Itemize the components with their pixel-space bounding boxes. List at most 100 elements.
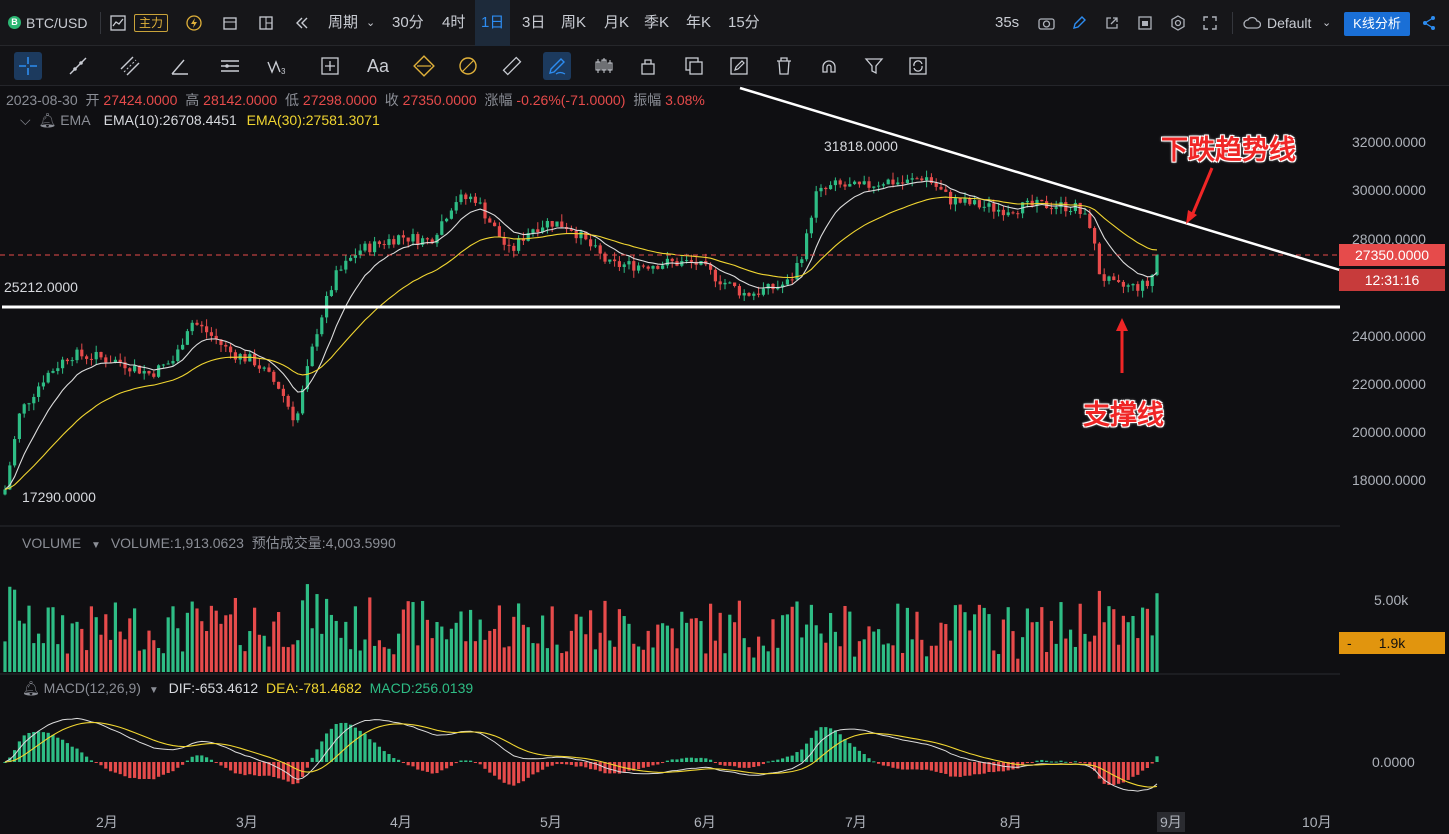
volume-bar bbox=[613, 646, 617, 672]
macd-bar bbox=[113, 762, 117, 773]
volume-bar bbox=[541, 615, 545, 672]
volume-bar bbox=[1016, 658, 1020, 672]
macd-bar bbox=[65, 743, 69, 762]
volume-bar bbox=[75, 621, 79, 672]
macd-bar bbox=[862, 754, 866, 762]
candle-body bbox=[747, 292, 751, 296]
volume-bar bbox=[891, 645, 895, 672]
macd-bar bbox=[1126, 762, 1130, 780]
layout-icon[interactable] bbox=[258, 0, 274, 46]
candles-icon[interactable] bbox=[590, 52, 618, 80]
candle-body bbox=[190, 322, 194, 332]
popout-icon[interactable] bbox=[1104, 0, 1120, 46]
macd-bar bbox=[848, 743, 852, 762]
symbol-selector[interactable]: BTC/USD bbox=[26, 0, 87, 46]
trash-icon[interactable] bbox=[770, 52, 798, 80]
macd-bar bbox=[1136, 762, 1140, 775]
share-icon[interactable] bbox=[1421, 0, 1437, 46]
chevron-down-icon[interactable]: ⌄ bbox=[1322, 0, 1331, 46]
volume-name[interactable]: VOLUME bbox=[22, 535, 81, 551]
camera-icon[interactable] bbox=[1038, 0, 1055, 46]
candle-body bbox=[627, 261, 631, 265]
price-chart[interactable] bbox=[0, 86, 1340, 808]
magnet-icon[interactable] bbox=[815, 52, 843, 80]
period-4h[interactable]: 4时 bbox=[442, 0, 465, 46]
macd-bar bbox=[137, 762, 141, 780]
macd-bar bbox=[94, 762, 98, 763]
period-month[interactable]: 月K bbox=[604, 0, 629, 46]
copy-icon[interactable] bbox=[680, 52, 708, 80]
period-year[interactable]: 年K bbox=[686, 0, 711, 46]
indicator-icon[interactable] bbox=[186, 0, 202, 46]
sync-icon[interactable] bbox=[904, 52, 932, 80]
volume-bar bbox=[977, 604, 981, 672]
period-quarter[interactable]: 季K bbox=[644, 0, 669, 46]
calendar-icon[interactable] bbox=[222, 0, 238, 46]
macd-name[interactable]: MACD(12,26,9) bbox=[44, 680, 141, 696]
edit-icon[interactable] bbox=[725, 52, 753, 80]
settings-icon[interactable] bbox=[1170, 0, 1186, 46]
kline-analysis-button[interactable]: K线分析 bbox=[1344, 12, 1410, 36]
pen-icon[interactable] bbox=[1071, 0, 1087, 46]
volume-bar bbox=[848, 611, 852, 672]
period-15min[interactable]: 15分 bbox=[728, 0, 760, 46]
macd-bar bbox=[243, 762, 247, 776]
trendline-icon[interactable] bbox=[64, 52, 92, 80]
period-dropdown[interactable]: 周期 bbox=[328, 0, 358, 46]
chevron-down-icon[interactable]: ▼ bbox=[91, 540, 101, 551]
chevron-down-icon[interactable]: ▼ bbox=[149, 685, 159, 696]
candle-body bbox=[881, 184, 885, 186]
volume-bar bbox=[37, 633, 41, 672]
macd-bar bbox=[651, 762, 655, 766]
volume-bar bbox=[670, 628, 674, 672]
volume-bar bbox=[517, 603, 521, 672]
replay-icon[interactable] bbox=[294, 0, 310, 46]
macd-bar bbox=[325, 733, 329, 762]
volume-bar bbox=[291, 644, 295, 672]
filter-icon[interactable] bbox=[860, 52, 888, 80]
volume-bar bbox=[113, 602, 117, 672]
fib-circle-icon[interactable] bbox=[454, 52, 482, 80]
brush-icon[interactable] bbox=[543, 52, 571, 80]
period-30min[interactable]: 30分 bbox=[392, 0, 424, 46]
lock-icon[interactable] bbox=[634, 52, 662, 80]
volume-bar bbox=[574, 614, 578, 672]
volume-legend: VOLUME ▼ VOLUME:1,913.0623 预估成交量:4,003.5… bbox=[22, 533, 396, 553]
template-icon[interactable] bbox=[1137, 0, 1153, 46]
candle-body bbox=[613, 259, 617, 262]
text-tool-icon[interactable]: Aa bbox=[364, 52, 392, 80]
theme-selector[interactable]: Default bbox=[1267, 0, 1311, 46]
period-week[interactable]: 周K bbox=[561, 0, 586, 46]
candle-body bbox=[425, 238, 429, 240]
volume-bar bbox=[147, 630, 151, 672]
candle-body bbox=[646, 266, 650, 269]
crosshair-icon[interactable] bbox=[14, 52, 42, 80]
wave-pattern-icon[interactable]: 3 bbox=[264, 52, 292, 80]
candle-body bbox=[1097, 243, 1101, 275]
period-3d[interactable]: 3日 bbox=[522, 0, 545, 46]
fullscreen-icon[interactable] bbox=[1202, 0, 1218, 46]
volume-bar bbox=[824, 642, 828, 672]
fib-icon[interactable] bbox=[410, 52, 438, 80]
horizontal-lines-icon[interactable] bbox=[216, 52, 244, 80]
period-1d[interactable]: 1日 bbox=[475, 0, 511, 46]
bell-icon[interactable]: 🔔︎ bbox=[22, 680, 40, 696]
volume-bar bbox=[776, 647, 780, 672]
macd-bar bbox=[99, 762, 103, 766]
measure-icon[interactable] bbox=[316, 52, 344, 80]
macd-bar bbox=[1083, 762, 1087, 764]
chevron-down-icon[interactable]: ⌄ bbox=[366, 0, 375, 46]
volume-bar bbox=[934, 645, 938, 672]
ruler-icon[interactable] bbox=[498, 52, 526, 80]
candle-body bbox=[339, 269, 343, 271]
macd-bar bbox=[1059, 760, 1063, 762]
candle-body bbox=[440, 221, 444, 235]
cloud-icon[interactable] bbox=[1243, 0, 1262, 46]
angle-icon[interactable] bbox=[166, 52, 194, 80]
downtrend-line[interactable] bbox=[739, 86, 1340, 272]
parallel-channel-icon[interactable] bbox=[116, 52, 144, 80]
main-force-badge[interactable]: 主力 bbox=[134, 14, 169, 32]
volume-bar bbox=[430, 638, 434, 672]
chart-type-icon[interactable] bbox=[110, 0, 126, 46]
candle-body bbox=[949, 191, 953, 205]
